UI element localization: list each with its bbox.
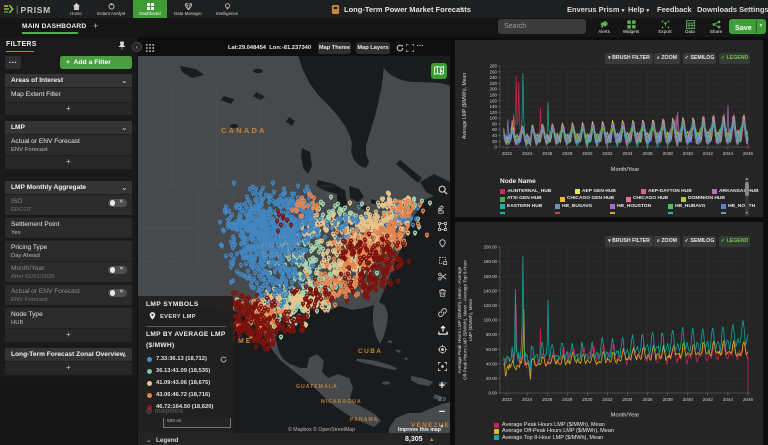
svg-text:160.00: 160.00 (484, 274, 498, 279)
svg-text:2044: 2044 (723, 151, 734, 156)
svg-text:2032: 2032 (602, 151, 613, 156)
svg-text:Average LMP ($/MWh), Mean: Average LMP ($/MWh), Mean (462, 73, 468, 139)
svg-text:LMP ($/MWh), Mean: LMP ($/MWh), Mean (468, 298, 473, 341)
svg-text:120.00: 120.00 (484, 303, 498, 308)
svg-text:280: 280 (490, 64, 498, 69)
svg-text:140.00: 140.00 (484, 288, 498, 293)
svg-text:Off-Peak Hours LMP ($/MWh), Me: Off-Peak Hours LMP ($/MWh), Mean - Avera… (463, 260, 468, 380)
svg-text:60.00: 60.00 (486, 347, 498, 352)
svg-text:120: 120 (490, 110, 498, 115)
svg-text:2030: 2030 (582, 397, 593, 402)
svg-text:2032: 2032 (602, 397, 613, 402)
svg-text:80.00: 80.00 (486, 332, 498, 337)
svg-text:140: 140 (490, 104, 498, 109)
svg-text:2036: 2036 (642, 151, 653, 156)
svg-text:0.00: 0.00 (488, 391, 497, 396)
svg-text:260: 260 (490, 69, 498, 74)
svg-text:2022: 2022 (502, 397, 513, 402)
svg-text:STATES: STATES (262, 252, 301, 259)
svg-text:2026: 2026 (542, 397, 553, 402)
svg-text:20.00: 20.00 (486, 376, 498, 381)
svg-text:2036: 2036 (642, 397, 653, 402)
svg-text:Month/Year: Month/Year (611, 167, 640, 173)
svg-text:2034: 2034 (622, 397, 633, 402)
svg-text:2046: 2046 (743, 397, 754, 402)
svg-text:Month/Year: Month/Year (611, 413, 640, 419)
svg-text:2038: 2038 (663, 151, 674, 156)
svg-text:240: 240 (490, 75, 498, 80)
svg-text:2046: 2046 (743, 151, 754, 156)
svg-text:2040: 2040 (683, 151, 694, 156)
svg-text:CANADA: CANADA (221, 126, 267, 135)
svg-text:Average Peak Hours LMP ($/MWh): Average Peak Hours LMP ($/MWh), Mean - A… (457, 266, 462, 373)
svg-text:2042: 2042 (703, 151, 714, 156)
svg-text:2038: 2038 (663, 397, 674, 402)
svg-text:UNITED: UNITED (262, 243, 300, 250)
svg-text:2022: 2022 (502, 151, 513, 156)
svg-text:40: 40 (492, 133, 497, 138)
svg-text:160: 160 (490, 98, 498, 103)
svg-text:180: 180 (490, 93, 498, 98)
svg-text:0: 0 (495, 145, 498, 150)
svg-text:40.00: 40.00 (486, 361, 498, 366)
svg-text:GUATEMALA: GUATEMALA (296, 384, 338, 390)
svg-text:2028: 2028 (562, 397, 573, 402)
svg-text:200.00: 200.00 (484, 245, 498, 250)
svg-text:80: 80 (492, 122, 497, 127)
svg-text:2028: 2028 (562, 151, 573, 156)
svg-text:2044: 2044 (723, 397, 734, 402)
svg-text:200: 200 (490, 87, 498, 92)
svg-text:60: 60 (492, 127, 497, 132)
svg-text:180.00: 180.00 (484, 259, 498, 264)
svg-text:NICARAGUA: NICARAGUA (321, 399, 362, 405)
svg-text:100: 100 (490, 116, 498, 121)
svg-text:2026: 2026 (542, 151, 553, 156)
svg-text:2042: 2042 (703, 397, 714, 402)
svg-text:2034: 2034 (622, 151, 633, 156)
svg-text:PANAMA: PANAMA (350, 417, 378, 423)
svg-text:2040: 2040 (683, 397, 694, 402)
svg-text:220: 220 (490, 81, 498, 86)
svg-text:CUBA: CUBA (358, 348, 382, 355)
svg-text:100.00: 100.00 (484, 318, 498, 323)
svg-text:2024: 2024 (522, 397, 533, 402)
svg-text:2030: 2030 (582, 151, 593, 156)
svg-text:20: 20 (492, 139, 497, 144)
svg-text:2024: 2024 (522, 151, 533, 156)
